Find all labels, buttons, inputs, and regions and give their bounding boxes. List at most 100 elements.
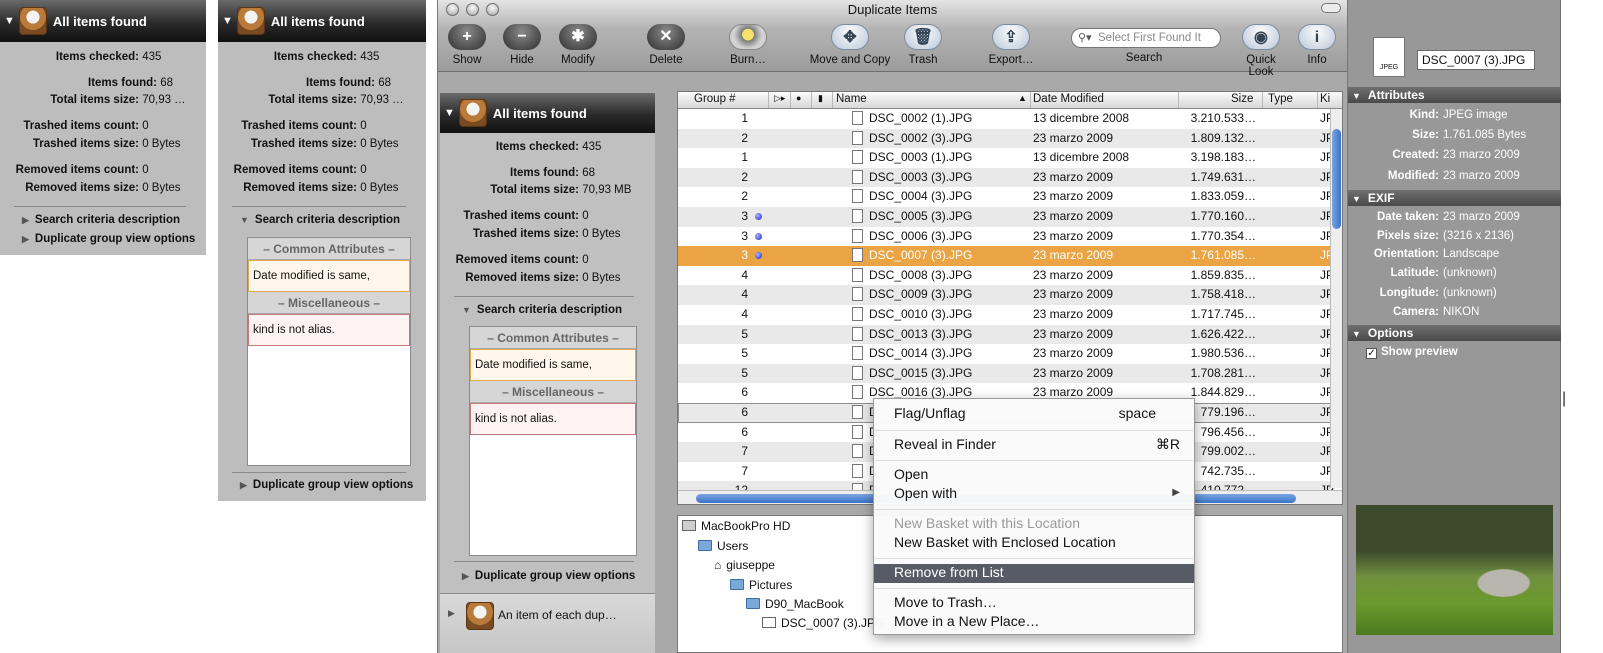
- path-folder[interactable]: D90_MacBook: [746, 597, 844, 611]
- view-options-toggle[interactable]: ▶ Duplicate group view options: [240, 479, 413, 491]
- cell-size: 1.770.354…: [1190, 228, 1256, 243]
- toolbar-toggle-button[interactable]: [1321, 3, 1341, 13]
- table-row[interactable]: 2 DSC_0004 (3).JPG 23 marzo 2009 1.833.059……: [678, 187, 1334, 207]
- col-date[interactable]: Date Modified: [1033, 93, 1104, 105]
- export-button[interactable]: ⇪ Export…: [987, 24, 1035, 66]
- col-kind[interactable]: Ki: [1320, 93, 1330, 105]
- info-button[interactable]: i Info: [1297, 24, 1337, 66]
- document-icon: [852, 228, 863, 243]
- cell-group: 3: [741, 248, 748, 263]
- basket-icon: [466, 602, 494, 630]
- total-size: Total items size: 70,93 MB: [490, 184, 632, 196]
- export-icon: ⇪: [992, 24, 1030, 50]
- lock-column-icon[interactable]: ▮: [818, 93, 823, 104]
- view-options-toggle[interactable]: ▶ Duplicate group view options: [462, 570, 635, 582]
- criteria-date-modified[interactable]: Date modified is same,: [248, 260, 410, 292]
- cell-name: DSC_0003 (1).JPG: [869, 150, 973, 165]
- exif-camera: Camera: NIKON: [1392, 306, 1480, 318]
- x-icon: ✕: [647, 24, 685, 50]
- attributes-section[interactable]: ▼ Attributes: [1348, 87, 1561, 103]
- criteria-kind[interactable]: kind is not alias.: [248, 314, 410, 346]
- col-name[interactable]: Name: [836, 93, 867, 105]
- hide-button[interactable]: − Hide: [499, 24, 545, 66]
- window-toolbar: Duplicate Items + Show − Hide ✱ Modify ✕ Del…: [438, 0, 1347, 78]
- resize-handle-icon[interactable]: |: [1562, 390, 1566, 408]
- all-items-header[interactable]: ▼ All items found: [0, 0, 206, 42]
- disclosure-right-icon[interactable]: ▶: [448, 608, 455, 619]
- menu-open[interactable]: Open: [894, 466, 928, 482]
- criteria-kind[interactable]: kind is not alias.: [470, 403, 636, 435]
- removed-size: Removed items size: 0 Bytes: [25, 182, 181, 194]
- dot-column-icon[interactable]: ●: [796, 93, 801, 103]
- show-preview-checkbox[interactable]: ✓: [1366, 348, 1377, 359]
- divider: [232, 206, 406, 207]
- move-and-copy-button[interactable]: ✥ Move and Copy: [807, 24, 893, 66]
- modify-button[interactable]: ✱ Modify: [553, 24, 603, 66]
- burn-button[interactable]: Burn…: [723, 24, 773, 66]
- all-items-header[interactable]: ▼ All items found: [218, 0, 426, 42]
- table-row[interactable]: 4 DSC_0010 (3).JPG 23 marzo 2009 1.717.745……: [678, 305, 1334, 325]
- menu-open-with[interactable]: Open with: [894, 485, 957, 501]
- cell-date: 23 marzo 2009: [1033, 326, 1114, 341]
- table-row[interactable]: 5 DSC_0014 (3).JPG 23 marzo 2009 1.980.536……: [678, 344, 1334, 364]
- table-row[interactable]: 4 DSC_0008 (3).JPG 23 marzo 2009 1.859.835……: [678, 266, 1334, 286]
- cell-size: 1.626.422…: [1190, 326, 1256, 341]
- menu-move-new-place[interactable]: Move in a New Place…: [894, 613, 1040, 629]
- path-users[interactable]: Users: [698, 539, 748, 553]
- search-criteria-toggle[interactable]: ▶ Search criteria description: [22, 214, 180, 226]
- table-row[interactable]: 3 DSC_0007 (3).JPG 23 marzo 2009 1.761.085……: [678, 246, 1334, 266]
- all-items-header[interactable]: ▼ All items found: [440, 93, 655, 133]
- document-icon: [852, 150, 863, 165]
- path-file[interactable]: DSC_0007 (3).JPG: [762, 616, 884, 630]
- table-row[interactable]: 2 DSC_0002 (3).JPG 23 marzo 2009 1.809.132……: [678, 128, 1334, 149]
- col-group[interactable]: Group #: [694, 93, 736, 105]
- table-row[interactable]: 1 DSC_0003 (1).JPG 13 dicembre 2008 3.198.1…: [678, 148, 1334, 168]
- options-section[interactable]: ▼ Options: [1348, 325, 1561, 341]
- items-found: Items found: 68: [88, 77, 173, 89]
- menu-move-to-trash[interactable]: Move to Trash…: [894, 594, 997, 610]
- table-row[interactable]: 4 DSC_0009 (3).JPG 23 marzo 2009 1.758.418……: [678, 285, 1334, 305]
- table-row[interactable]: 3 DSC_0006 (3).JPG 23 marzo 2009 1.770.354……: [678, 227, 1334, 247]
- table-row[interactable]: 5 DSC_0015 (3).JPG 23 marzo 2009 1.708.281……: [678, 363, 1334, 384]
- table-row[interactable]: 3 DSC_0005 (3).JPG 23 marzo 2009 1.770.160……: [678, 207, 1334, 227]
- show-preview-option[interactable]: ✓ Show preview: [1366, 346, 1579, 359]
- menu-reveal-in-finder[interactable]: Reveal in Finder: [894, 436, 996, 452]
- exif-section[interactable]: ▼ EXIF: [1348, 190, 1561, 206]
- search-input[interactable]: ⚲▾ Select First Found It: [1071, 28, 1221, 48]
- menu-new-basket-enclosed[interactable]: New Basket with Enclosed Location: [894, 534, 1116, 550]
- show-button[interactable]: + Show: [444, 24, 490, 66]
- vertical-scrollbar[interactable]: [1330, 109, 1342, 488]
- table-row[interactable]: 1 DSC_0002 (1).JPG 13 dicembre 2008 3.210.5…: [678, 109, 1334, 129]
- quick-look-button[interactable]: ◉ Quick Look: [1235, 24, 1287, 78]
- path-disk[interactable]: MacBookPro HD: [682, 519, 790, 533]
- path-user[interactable]: ⌂ giuseppe: [714, 558, 775, 572]
- criteria-date-modified[interactable]: Date modified is same,: [470, 349, 636, 381]
- view-options-toggle[interactable]: ▶ Duplicate group view options: [22, 233, 195, 245]
- table-row[interactable]: 2 DSC_0003 (3).JPG 23 marzo 2009 1.749.631……: [678, 167, 1334, 188]
- cell-name: DSC_0015 (3).JPG: [869, 365, 973, 380]
- trash-button[interactable]: 🗑 Trash: [899, 24, 947, 66]
- disclosure-triangle-icon[interactable]: ▼: [444, 107, 455, 119]
- window-summary-panel: ▼ All items found Items checked: 435 Ite…: [440, 93, 655, 653]
- filename-field[interactable]: DSC_0007 (3).JPG: [1417, 50, 1535, 70]
- delete-button[interactable]: ✕ Delete: [641, 24, 691, 66]
- col-size[interactable]: Size: [1231, 93, 1253, 105]
- menu-new-basket-location: New Basket with this Location: [894, 515, 1080, 531]
- table-row[interactable]: 5 DSC_0013 (3).JPG 23 marzo 2009 1.626.422……: [678, 324, 1334, 345]
- panel-title: All items found: [52, 13, 147, 29]
- menu-remove-from-list[interactable]: Remove from List: [894, 564, 1004, 580]
- gear-icon: ✱: [559, 24, 597, 50]
- disclosure-triangle-icon[interactable]: ▼: [222, 15, 233, 27]
- disclosure-triangle-icon[interactable]: ▼: [4, 15, 15, 27]
- search-criteria-toggle[interactable]: ▼ Search criteria description: [462, 304, 622, 316]
- search-criteria-toggle[interactable]: ▼ Search criteria description: [240, 214, 400, 226]
- flag-column-icon[interactable]: ▷▸: [774, 93, 785, 104]
- menu-flag-unflag[interactable]: Flag/Unflag: [894, 405, 966, 421]
- label-dot-icon: [755, 213, 762, 220]
- col-type[interactable]: Type: [1268, 93, 1293, 105]
- burn-disc-icon: [729, 24, 767, 50]
- table-header: Group # ▷▸ ● ▮ Name ▲ Date Modified Size…: [678, 92, 1342, 109]
- file-icon: [762, 617, 776, 628]
- path-pictures[interactable]: Pictures: [730, 578, 792, 592]
- basket-each-duplicate[interactable]: ▶ An item of each dup…: [440, 593, 655, 653]
